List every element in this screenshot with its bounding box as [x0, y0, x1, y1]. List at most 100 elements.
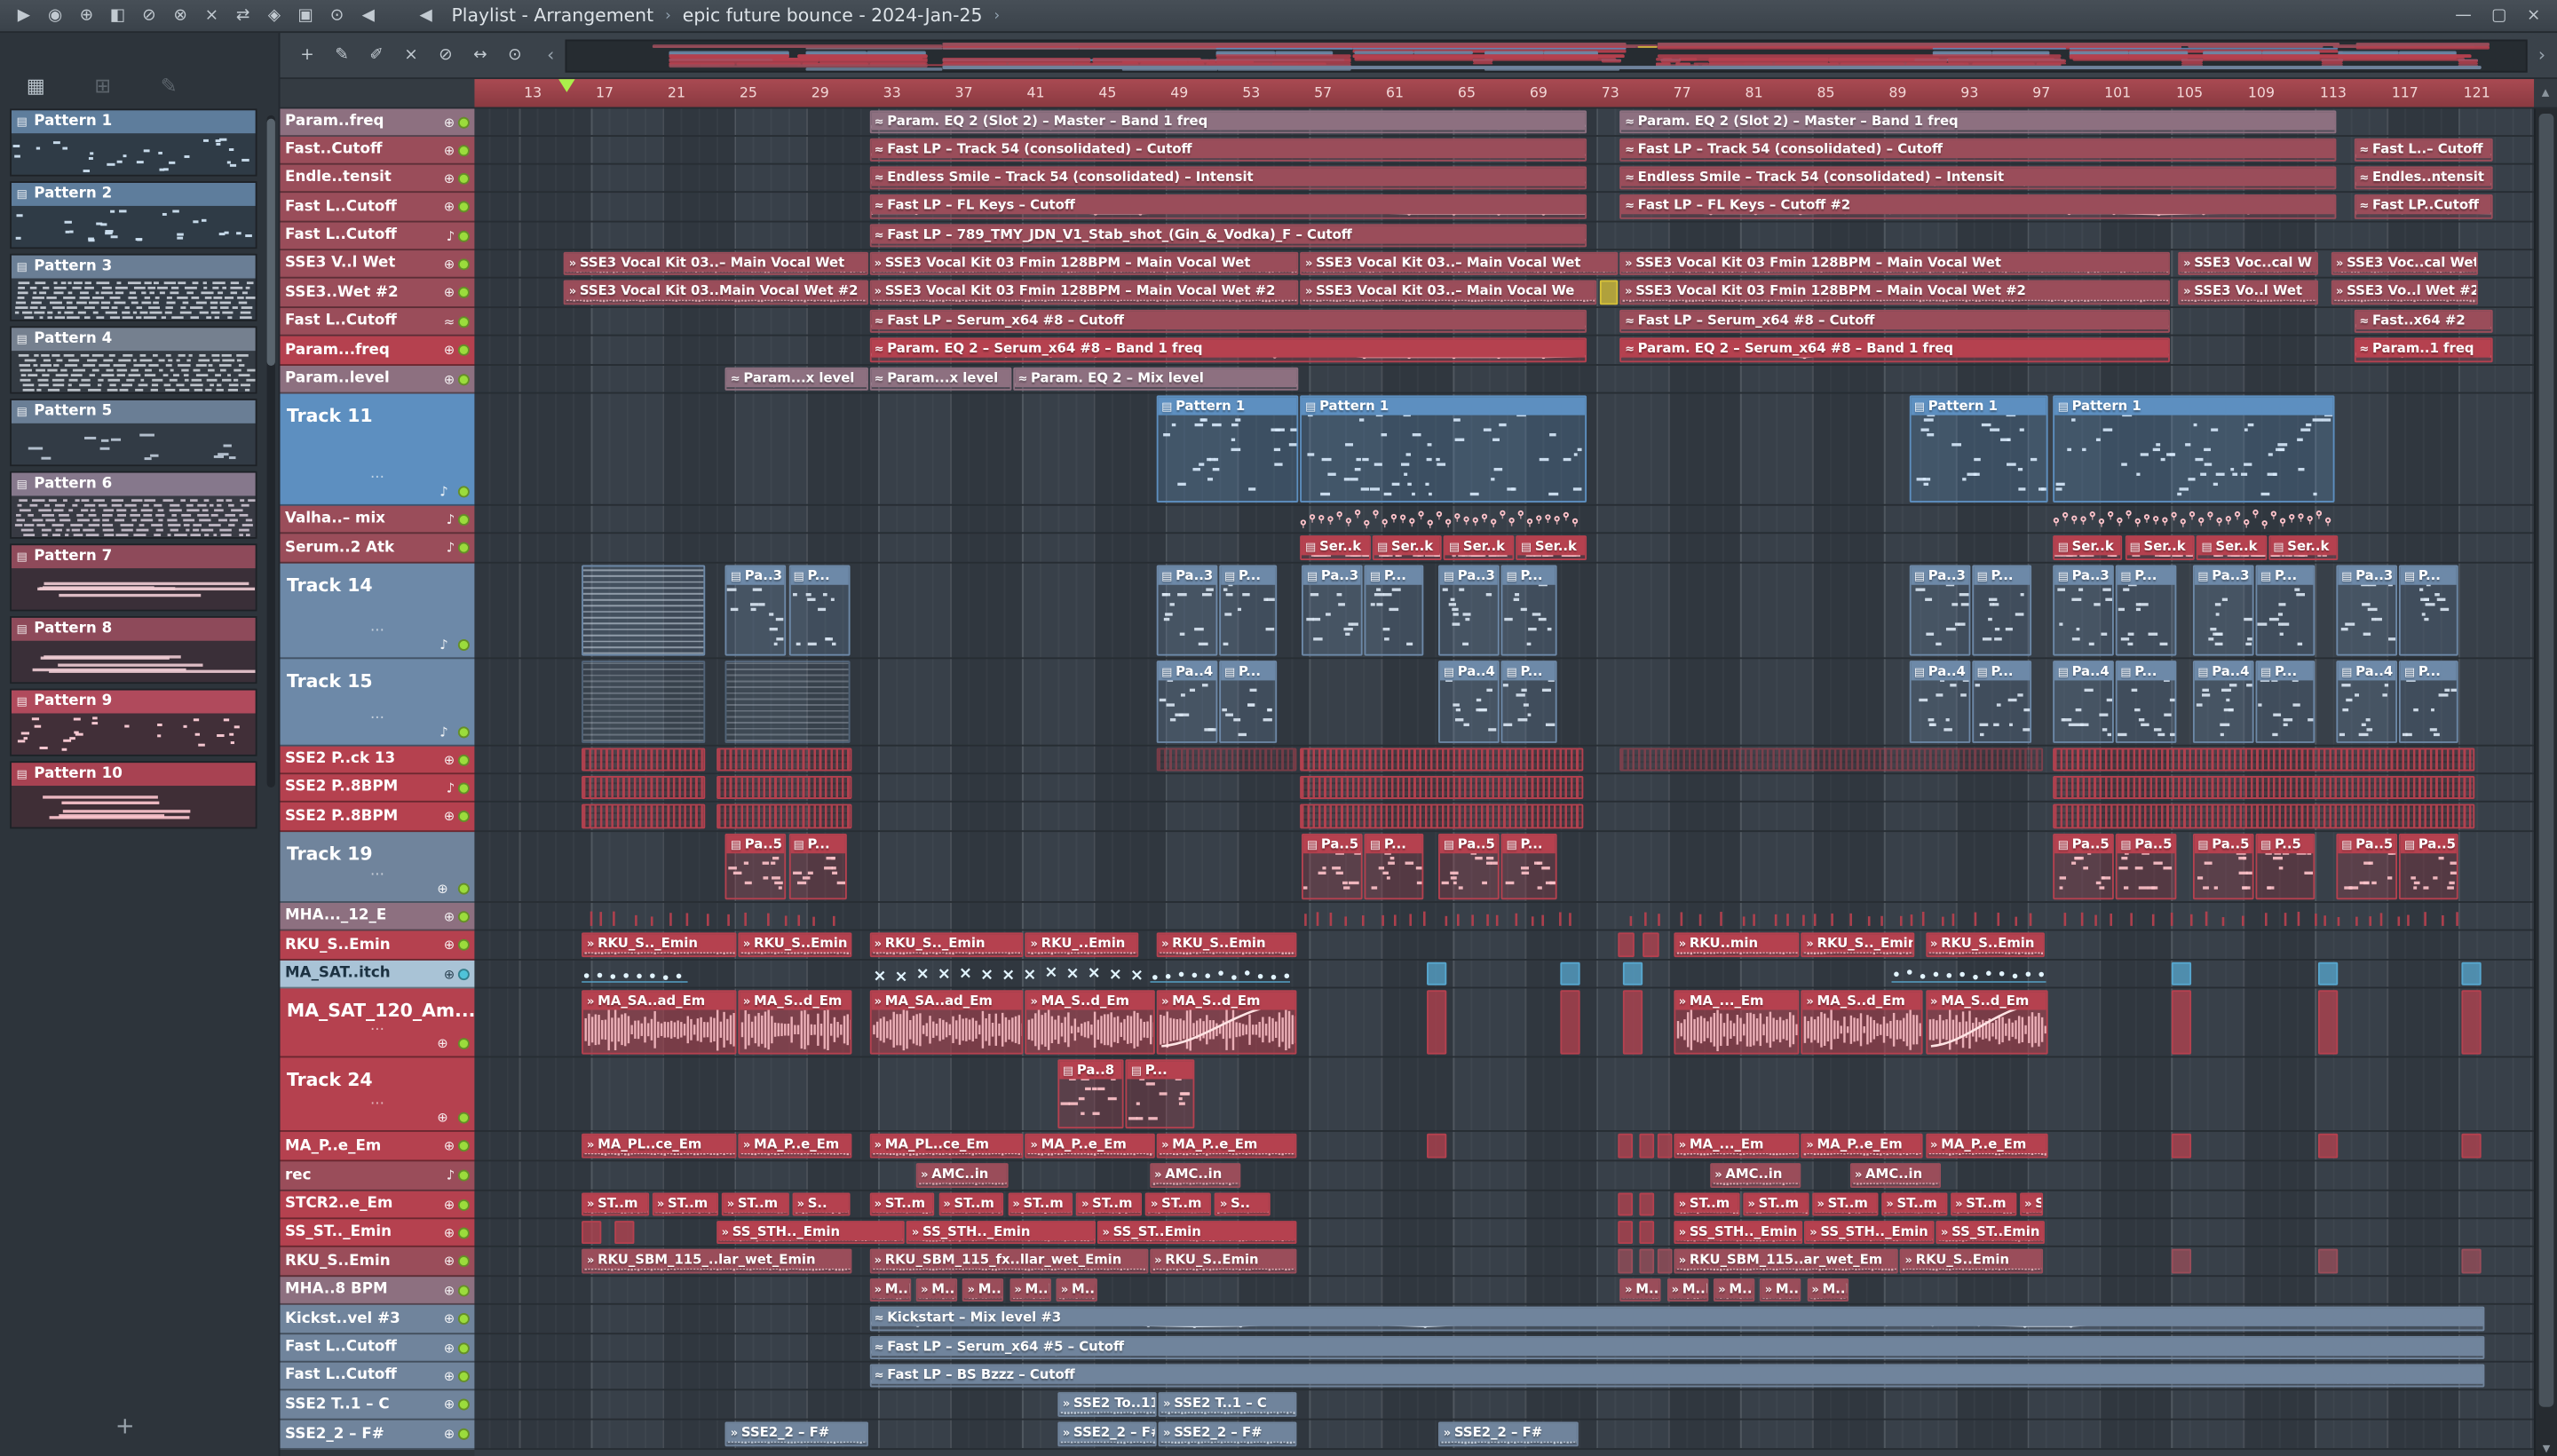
mini-clip[interactable] [1639, 1192, 1655, 1216]
audio-clip[interactable]: » ST..m [582, 1192, 649, 1216]
audio-clip[interactable]: » SSE2_2 – F# [725, 1421, 868, 1447]
tick-marks[interactable] [1302, 905, 1575, 928]
track-header[interactable]: STCR2..e_Em ⊕ [280, 1191, 475, 1220]
scroll-right-button[interactable]: › [2533, 44, 2550, 66]
track-lane[interactable]: ≈ Fast LP – 789_TMY_JDN_V1_Stab_shot_(Gin… [474, 222, 2535, 251]
track-lane[interactable]: ▤ Pa..4 ▤ P... ▤ Pa..4 ▤ P... ▤ Pa..4 ▤ P... ▤ Pa..4 ▤… [474, 659, 2535, 747]
audio-clip[interactable]: » RKU_SBM_115_fx..llar_wet_Emin [869, 1248, 1148, 1274]
pattern-item[interactable]: ▤ Pattern 4 [10, 326, 257, 394]
track-mute-led[interactable] [457, 968, 470, 980]
audio-clip[interactable]: » MA_S..d_Em [1801, 990, 1924, 1055]
playhead-marker[interactable] [558, 79, 576, 92]
audio-clip[interactable]: » RKU_SBM_115..ar_wet_Em [1674, 1248, 1899, 1274]
track-header[interactable]: Track 24... ⊕ [280, 1057, 475, 1132]
automation-clip[interactable]: ≈ Fast LP..Cutoff [2354, 194, 2493, 219]
track-mute-led[interactable] [457, 1226, 470, 1238]
play-icon[interactable]: ▶ [10, 6, 38, 24]
pattern-clip[interactable]: ▤ P... [2115, 565, 2177, 656]
pattern-clip[interactable]: ▤ Ser..k [2052, 535, 2124, 560]
pattern-list-scroll-handle[interactable] [266, 118, 275, 366]
track-mute-led[interactable] [457, 201, 470, 213]
track-mute-led[interactable] [457, 229, 470, 241]
track-header[interactable]: SSE3 V..l Wet ⊕ [280, 250, 475, 279]
mute-tool[interactable]: ⊘ [435, 46, 456, 64]
mute-speaker-icon[interactable]: ⊗ [166, 6, 194, 24]
loop-clip[interactable] [1300, 776, 1585, 800]
pattern-clip[interactable]: ▤ P... [1219, 565, 1278, 656]
automation-clip[interactable]: ≈ Param. EQ 2 – Serum_x64 #8 – Band 1 fre… [1619, 337, 2170, 363]
no-entry-icon[interactable]: ⊘ [135, 6, 163, 24]
audio-clip[interactable]: » SSE2_2 – F# [1158, 1421, 1297, 1447]
pattern-clip[interactable]: ▤ Ser..k [2124, 535, 2195, 560]
maximize-button[interactable]: ▢ [2491, 6, 2507, 24]
mini-clip[interactable] [2462, 1133, 2482, 1159]
track-header[interactable]: SS_ST.._Emin ⊕ [280, 1219, 475, 1247]
mini-clip[interactable] [1560, 961, 1581, 985]
pattern-clip[interactable]: ▤ P... [1365, 565, 1425, 656]
track-mute-led[interactable] [457, 315, 470, 328]
minimize-button[interactable]: — [2455, 6, 2472, 24]
pattern-clip[interactable]: ▤ Pa..4 [2052, 661, 2114, 743]
track-lane[interactable] [474, 902, 2535, 931]
audio-clip[interactable]: » SS_STH.._Emin [1674, 1221, 1804, 1245]
mini-clip[interactable] [1618, 1221, 1633, 1245]
pattern-clip[interactable]: ▤ Pa..3 [2336, 565, 2398, 656]
track-mute-led[interactable] [457, 882, 470, 895]
mini-clip[interactable] [1639, 1221, 1655, 1245]
audio-clip[interactable]: » RKU_S..Emin [1899, 1248, 2044, 1274]
audio-clip[interactable]: »M..M [1713, 1278, 1755, 1302]
track-header[interactable]: SSE2 P..8BPM ♪ [280, 774, 475, 803]
track-lane[interactable]: ≈ Param. EQ 2 (Slot 2) – Master – Band 1 … [474, 108, 2535, 138]
slip-tool[interactable]: ↔ [470, 46, 491, 64]
audio-clip[interactable]: » RKU_S..Emin [1156, 932, 1297, 958]
pattern-clip[interactable]: ▤ Ser..k [1444, 535, 1515, 560]
automation-clip[interactable]: ≈ Param...x level [725, 367, 868, 391]
track-header[interactable]: Param...freq ⊕ [280, 336, 475, 366]
pattern-clip[interactable]: ▤ Pa..4 [2336, 661, 2398, 743]
track-header[interactable]: Track 19... ⊕ [280, 832, 475, 903]
audio-clip[interactable]: » SS_STH.._Emin [716, 1221, 906, 1245]
pattern-clip[interactable]: ▤ Pa..4 [1909, 661, 1971, 743]
audio-clip[interactable]: » RKU_S.._Emin [869, 932, 1025, 958]
audio-clip[interactable]: » SSE3 Vo..l Wet #2 [2331, 280, 2479, 305]
pattern-item-header[interactable]: ▤ Pattern 3 [11, 255, 256, 279]
automation-clip[interactable]: ≈ Fast LP – Serum_x64 #5 – Cutoff [869, 1335, 2484, 1359]
pattern-item[interactable]: ▤ Pattern 5 [10, 399, 257, 467]
automation-points[interactable] [1149, 962, 1290, 985]
mini-clip[interactable] [1618, 1192, 1633, 1216]
pattern-clip[interactable]: ▤ P... [2255, 565, 2316, 656]
mini-clip[interactable] [2318, 990, 2339, 1055]
track-header[interactable]: RKU_S..Emin ⊕ [280, 1246, 475, 1278]
pattern-clip[interactable]: ▤ Pa..3 [725, 565, 788, 656]
pattern-clip[interactable]: ▤ Pa..5 [2192, 833, 2254, 900]
move-icon[interactable]: ⊕ [444, 938, 455, 953]
pattern-clip[interactable]: ▤ Pa..3 [2052, 565, 2114, 656]
audio-clip[interactable]: »M..M [1009, 1278, 1051, 1302]
pattern-item[interactable]: ▤ Pattern 8 [10, 616, 257, 684]
audio-clip[interactable]: » MA_..._Em [1674, 1133, 1800, 1159]
audio-clip[interactable]: »M..M [962, 1278, 1004, 1302]
pattern-edit-icon[interactable]: ✎ [161, 75, 178, 98]
track-mute-led[interactable] [457, 938, 470, 951]
track-options[interactable]: ... [370, 620, 384, 637]
track-lane[interactable]: »SSE2 To..11 – C»SSE2 T..1 – C [474, 1390, 2535, 1420]
move-icon[interactable]: ⊕ [444, 115, 455, 130]
track-mute-led[interactable] [457, 1199, 470, 1211]
track-lane[interactable]: ≈ Param...x level ≈ Param...x level ≈ Param. … [474, 365, 2535, 394]
automation-clip[interactable]: ≈ Fast L..– Cutoff [2354, 138, 2493, 162]
automation-clip[interactable]: ≈ Endless Smile – Track 54 (consolidated)… [1619, 166, 2337, 190]
pattern-clip[interactable]: ▤ Pa..5 [2336, 833, 2398, 900]
track-header[interactable]: Fast L..Cutoff ≈ [280, 308, 475, 336]
audio-clip[interactable]: » SS_ST..Emin [1936, 1221, 2044, 1245]
pattern-clip[interactable]: ▤ Ser..k [2268, 535, 2339, 560]
automation-clip[interactable]: ≈ Param. EQ 2 – Serum_x64 #8 – Band 1 fre… [869, 337, 1587, 363]
track-lane[interactable]: ≈ Param. EQ 2 – Serum_x64 #8 – Band 1 fre… [474, 336, 2535, 366]
audio-clip[interactable]: » SSE3 Voc..cal W [2178, 251, 2319, 275]
track-mute-led[interactable] [457, 1312, 470, 1325]
automation-clip[interactable]: ≈ Fast LP – BS Bzzz – Cutoff [869, 1364, 2484, 1388]
pattern-item[interactable]: ▤ Pattern 9 [10, 688, 257, 756]
tick-marks[interactable] [583, 905, 845, 928]
mini-clip[interactable] [1639, 1248, 1655, 1274]
pattern-grid-icon[interactable]: ▦ [27, 75, 45, 98]
audio-clip[interactable]: »M..M [1760, 1278, 1801, 1302]
